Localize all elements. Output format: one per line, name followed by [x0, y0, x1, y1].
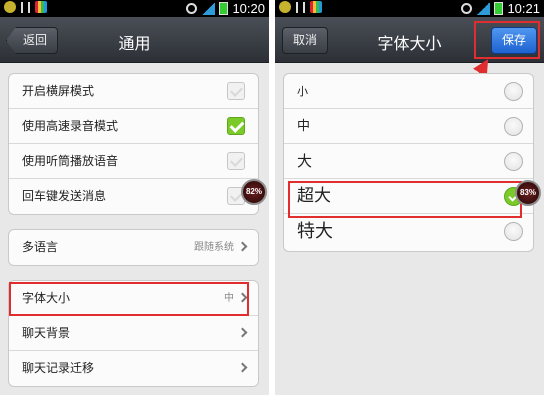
chevron-right-icon: [237, 327, 248, 338]
setting-label: 多语言: [22, 240, 59, 254]
settings-general-screen: 10:20 返回 通用 开启横屏模式 使用高速录音模式 使用听筒播放语音 回车键…: [0, 0, 269, 395]
option-label: 大: [297, 152, 313, 170]
earpiece-playback-checkbox[interactable]: [227, 152, 245, 170]
status-time: 10:20: [232, 1, 265, 16]
app-notification-icon: [4, 1, 16, 13]
font-size-options: 小 中 大 超大 特大: [283, 73, 534, 252]
setting-label: 使用高速录音模式: [22, 119, 119, 133]
language-value: 跟随系统: [194, 242, 234, 253]
settings-group-language: 多语言 跟随系统: [8, 229, 259, 266]
alarm-icon: [186, 3, 198, 14]
floating-memory-badge[interactable]: 82%: [241, 179, 267, 205]
option-small[interactable]: 小: [284, 74, 533, 109]
battery-icon: [219, 2, 229, 15]
landscape-mode-checkbox[interactable]: [227, 82, 245, 100]
setting-label: 使用听筒播放语音: [22, 154, 119, 168]
setting-language[interactable]: 多语言 跟随系统: [9, 230, 258, 265]
page-title: 通用: [118, 34, 151, 53]
extra-large-highlight-box: [288, 181, 522, 218]
signal-icon: [201, 2, 216, 15]
setting-landscape-mode[interactable]: 开启横屏模式: [9, 74, 258, 109]
option-label: 小: [297, 85, 308, 98]
setting-label: 聊天记录迁移: [22, 361, 95, 375]
setting-chat-background[interactable]: 聊天背景: [9, 316, 258, 351]
option-medium[interactable]: 中: [284, 109, 533, 144]
high-speed-recording-checkbox[interactable]: [227, 117, 245, 135]
option-label: 特大: [297, 221, 333, 242]
option-radio[interactable]: [504, 222, 523, 241]
setting-earpiece-playback[interactable]: 使用听筒播放语音: [9, 144, 258, 179]
option-radio[interactable]: [504, 82, 523, 101]
font-size-screen: 10:21 取消 字体大小 保存 小 中 大 超大 特大 83%: [275, 0, 544, 395]
app-grid-icon: [35, 1, 47, 13]
header: 返回 通用: [0, 17, 269, 63]
option-label: 中: [297, 119, 311, 134]
usb-icon: [21, 1, 30, 13]
chevron-right-icon: [237, 241, 248, 252]
font-size-highlight-box: [9, 282, 249, 316]
setting-chat-history-migration[interactable]: 聊天记录迁移: [9, 351, 258, 386]
option-large[interactable]: 大: [284, 144, 533, 179]
setting-label: 回车键发送消息: [22, 189, 107, 203]
status-bar: 10:20: [0, 0, 269, 17]
chevron-right-icon: [237, 362, 248, 373]
option-super-large[interactable]: 特大: [284, 214, 533, 249]
settings-group-toggles: 开启横屏模式 使用高速录音模式 使用听筒播放语音 回车键发送消息: [8, 73, 259, 215]
setting-high-speed-recording[interactable]: 使用高速录音模式: [9, 109, 258, 144]
setting-enter-to-send[interactable]: 回车键发送消息: [9, 179, 258, 214]
option-radio[interactable]: [504, 152, 523, 171]
setting-label: 开启横屏模式: [22, 84, 95, 98]
setting-label: 聊天背景: [22, 326, 71, 340]
option-radio[interactable]: [504, 117, 523, 136]
floating-memory-badge[interactable]: 83%: [515, 180, 541, 206]
